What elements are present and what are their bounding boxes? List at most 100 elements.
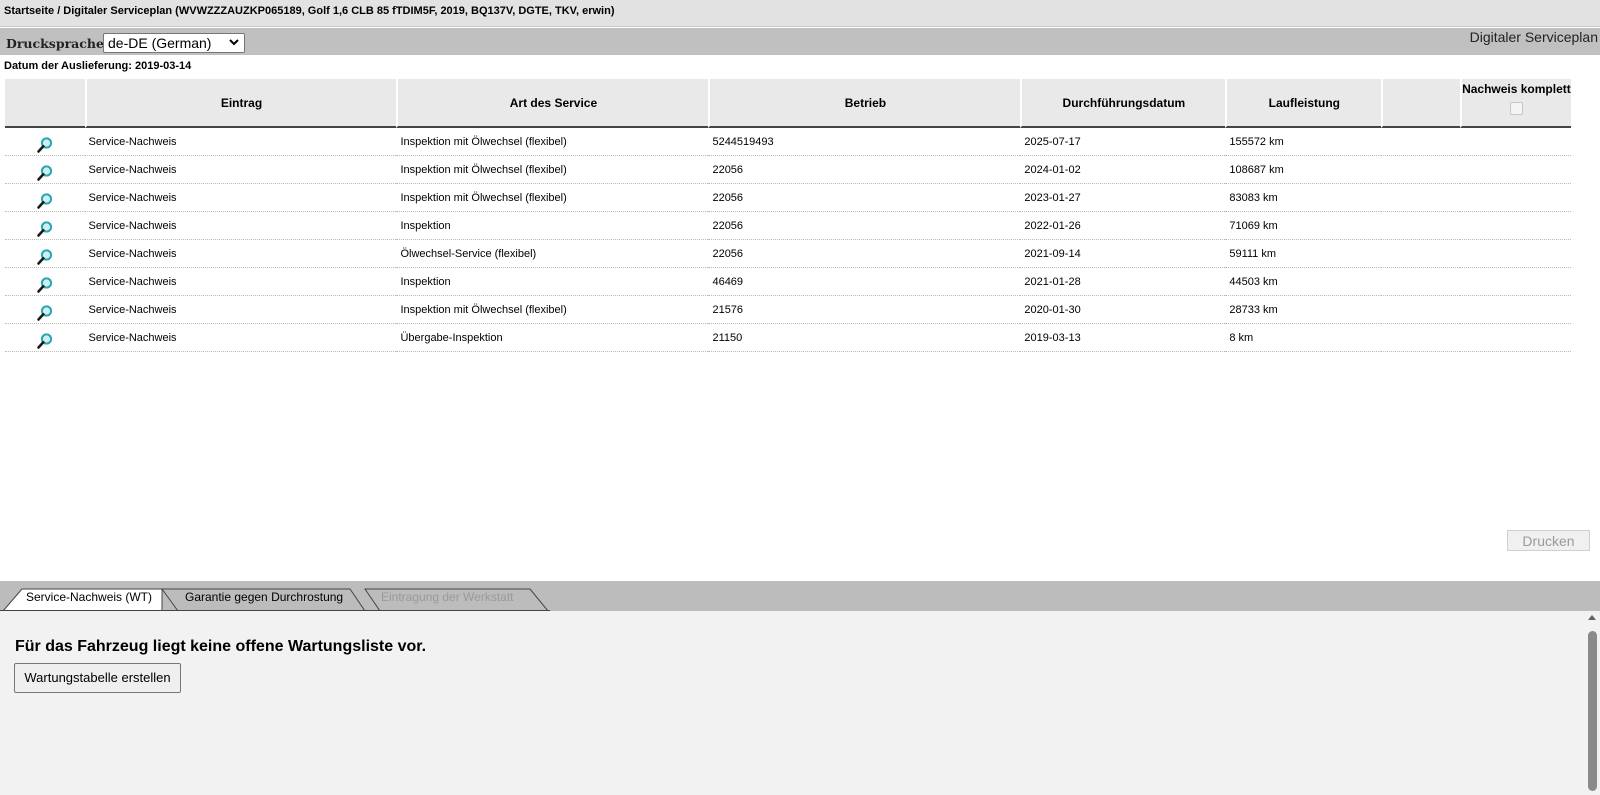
proof-complete-label: Nachweis komplett bbox=[1462, 82, 1571, 96]
print-language-label: Druckspr​ache: bbox=[6, 36, 109, 51]
cell-blank bbox=[1381, 296, 1460, 324]
column-header-service-type: Art des Service bbox=[396, 79, 709, 128]
column-header-entry: Eintrag bbox=[84, 79, 397, 128]
cell-mileage: 71069 km bbox=[1225, 212, 1382, 240]
cell-proof-complete bbox=[1459, 240, 1571, 268]
tab-service-nachweis[interactable]: Service-Nachweis (WT) bbox=[26, 590, 152, 604]
cell-blank bbox=[1381, 184, 1460, 212]
cell-date: 2021-09-14 bbox=[1020, 240, 1226, 268]
cell-service-type: Inspektion mit Ölwechsel (flexibel) bbox=[396, 156, 709, 184]
cell-date: 2025-07-17 bbox=[1020, 128, 1226, 156]
cell-blank bbox=[1381, 324, 1460, 352]
cell-dealer: 5244519493 bbox=[708, 128, 1021, 156]
cell-blank bbox=[1381, 268, 1460, 296]
cell-service-type: Inspektion mit Ölwechsel (flexibel) bbox=[396, 296, 709, 324]
table-row[interactable]: Service-Nachweis Inspektion 22056 2022-01-2… bbox=[5, 212, 1571, 240]
cell-proof-complete bbox=[1459, 268, 1571, 296]
panel-scrollbar[interactable] bbox=[1583, 611, 1600, 795]
cell-entry: Service-Nachweis bbox=[84, 324, 397, 352]
magnifier-icon[interactable] bbox=[5, 268, 85, 296]
cell-date: 2021-01-28 bbox=[1020, 268, 1226, 296]
cell-entry: Service-Nachweis bbox=[84, 128, 397, 156]
cell-service-type: Übergabe-Inspektion bbox=[396, 324, 709, 352]
table-header-row: Eintrag Art des Service Betrieb Durchfüh… bbox=[5, 79, 1571, 128]
proof-complete-checkbox[interactable] bbox=[1509, 102, 1523, 115]
column-header-icon bbox=[5, 79, 85, 128]
cell-blank bbox=[1381, 128, 1460, 156]
table-row[interactable]: Service-Nachweis Inspektion mit Ölwechsel… bbox=[5, 156, 1571, 184]
cell-entry: Service-Nachweis bbox=[84, 212, 397, 240]
magnifier-icon[interactable] bbox=[5, 240, 85, 268]
table-row[interactable]: Service-Nachweis Inspektion 46469 2021-01-2… bbox=[5, 268, 1571, 296]
cell-dealer: 22056 bbox=[708, 212, 1021, 240]
cell-mileage: 28733 km bbox=[1225, 296, 1382, 324]
app-title: Digitaler Serviceplan bbox=[1469, 29, 1598, 45]
tab-bar: Service-Nachweis (WT) Garantie gegen Dur… bbox=[0, 581, 1600, 611]
cell-proof-complete bbox=[1459, 296, 1571, 324]
table-row[interactable]: Service-Nachweis Inspektion mit Ölwechsel… bbox=[5, 184, 1571, 212]
cell-entry: Service-Nachweis bbox=[84, 296, 397, 324]
chevron-down-icon bbox=[229, 39, 239, 46]
magnifier-icon[interactable] bbox=[5, 156, 85, 184]
no-maintenance-message: Für das Fahrzeug liegt keine offene Wart… bbox=[15, 638, 427, 655]
cell-entry: Service-Nachweis bbox=[84, 240, 397, 268]
cell-proof-complete bbox=[1459, 324, 1571, 352]
scroll-thumb[interactable] bbox=[1588, 631, 1597, 791]
breadcrumb-bar: Startseite / Digitaler Serviceplan (WVWZ… bbox=[0, 0, 1600, 27]
cell-service-type: Ölwechsel-Service (flexibel) bbox=[396, 240, 709, 268]
cell-proof-complete bbox=[1459, 156, 1571, 184]
cell-blank bbox=[1381, 156, 1460, 184]
cell-date: 2019-03-13 bbox=[1020, 324, 1226, 352]
column-header-dealer: Betrieb bbox=[708, 79, 1021, 128]
cell-mileage: 8 km bbox=[1225, 324, 1382, 352]
cell-proof-complete bbox=[1459, 212, 1571, 240]
scroll-up-arrow-icon[interactable] bbox=[1588, 615, 1596, 620]
print-toolbar: Druckspr​ache: de-DE (German) Digitaler … bbox=[0, 28, 1600, 55]
cell-entry: Service-Nachweis bbox=[84, 184, 397, 212]
cell-mileage: 108687 km bbox=[1225, 156, 1382, 184]
delivery-date: Datum der Auslieferung: 2019-03-14 bbox=[4, 60, 192, 72]
cell-service-type: Inspektion mit Ölwechsel (flexibel) bbox=[396, 128, 709, 156]
cell-service-type: Inspektion bbox=[396, 268, 709, 296]
cell-proof-complete bbox=[1459, 184, 1571, 212]
cell-entry: Service-Nachweis bbox=[84, 156, 397, 184]
cell-mileage: 44503 km bbox=[1225, 268, 1382, 296]
cell-mileage: 155572 km bbox=[1225, 128, 1382, 156]
table-row[interactable]: Service-Nachweis Inspektion mit Ölwechsel… bbox=[5, 128, 1571, 156]
column-header-mileage: Laufleistung bbox=[1225, 79, 1382, 128]
create-maintenance-table-button[interactable]: Wartungstabelle erstellen bbox=[14, 663, 181, 693]
cell-entry: Service-Nachweis bbox=[84, 268, 397, 296]
print-button[interactable]: Drucken bbox=[1507, 530, 1590, 551]
cell-service-type: Inspektion bbox=[396, 212, 709, 240]
magnifier-icon[interactable] bbox=[5, 128, 85, 156]
cell-mileage: 59111 km bbox=[1225, 240, 1382, 268]
cell-dealer: 21576 bbox=[708, 296, 1021, 324]
magnifier-icon[interactable] bbox=[5, 212, 85, 240]
cell-blank bbox=[1381, 212, 1460, 240]
cell-date: 2020-01-30 bbox=[1020, 296, 1226, 324]
magnifier-icon[interactable] bbox=[5, 184, 85, 212]
cell-mileage: 83083 km bbox=[1225, 184, 1382, 212]
maintenance-panel: Für das Fahrzeug liegt keine offene Wart… bbox=[0, 611, 1600, 795]
table-row[interactable]: Service-Nachweis Inspektion mit Ölwechsel… bbox=[5, 296, 1571, 324]
cell-date: 2023-01-27 bbox=[1020, 184, 1226, 212]
service-history-table: Eintrag Art des Service Betrieb Durchfüh… bbox=[5, 79, 1571, 352]
print-language-value: de-DE (German) bbox=[108, 35, 212, 51]
cell-date: 2022-01-26 bbox=[1020, 212, 1226, 240]
breadcrumb: Startseite / Digitaler Serviceplan (WVWZ… bbox=[4, 5, 615, 17]
cell-dealer: 22056 bbox=[708, 240, 1021, 268]
magnifier-icon[interactable] bbox=[5, 296, 85, 324]
cell-blank bbox=[1381, 240, 1460, 268]
cell-dealer: 21150 bbox=[708, 324, 1021, 352]
print-language-select[interactable]: de-DE (German) bbox=[103, 33, 245, 53]
column-header-blank bbox=[1381, 79, 1460, 128]
table-row[interactable]: Service-Nachweis Übergabe-Inspektion 21150… bbox=[5, 324, 1571, 352]
cell-date: 2024-01-02 bbox=[1020, 156, 1226, 184]
table-row[interactable]: Service-Nachweis Ölwechsel-Service (flexi… bbox=[5, 240, 1571, 268]
cell-proof-complete bbox=[1459, 128, 1571, 156]
cell-dealer: 22056 bbox=[708, 184, 1021, 212]
tab-garantie-durchrostung[interactable]: Garantie gegen Durchrostung bbox=[185, 590, 343, 604]
cell-dealer: 46469 bbox=[708, 268, 1021, 296]
column-header-proof-complete: Nachweis komplett bbox=[1459, 79, 1571, 128]
magnifier-icon[interactable] bbox=[5, 324, 85, 352]
